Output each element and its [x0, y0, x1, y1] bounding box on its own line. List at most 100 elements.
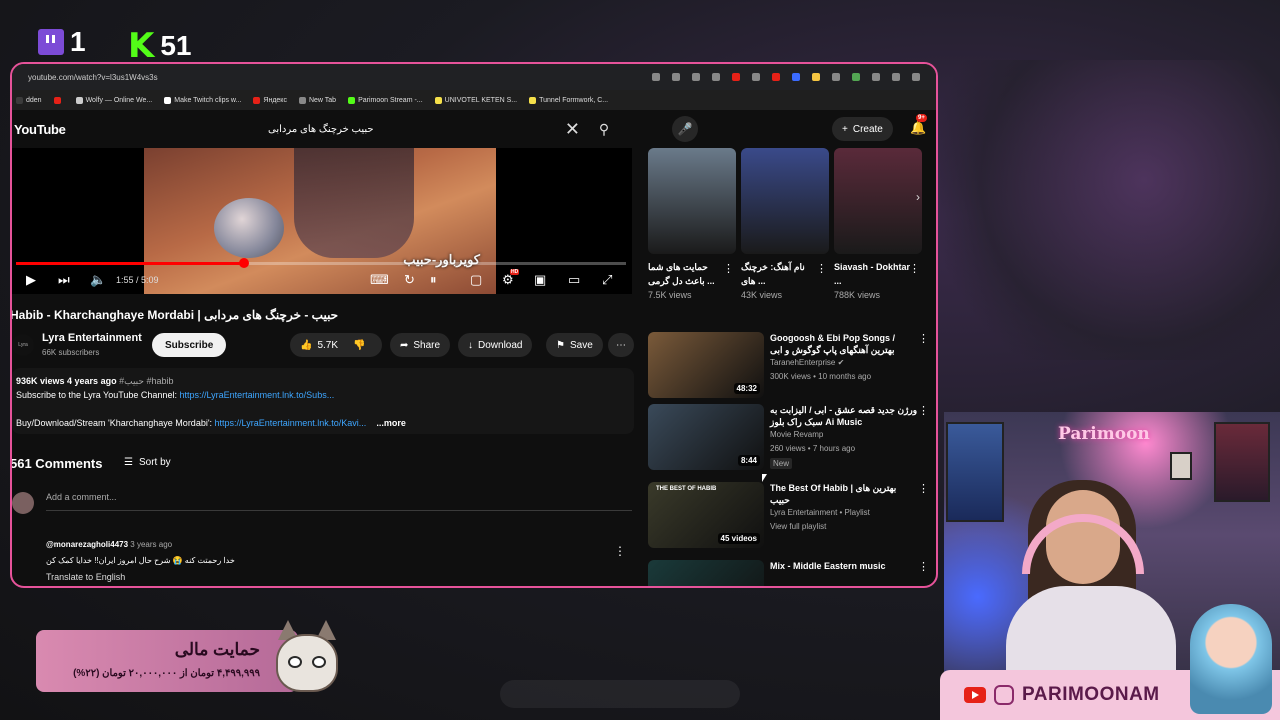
show-more-link[interactable]: ...more	[376, 418, 406, 428]
youtube-logo[interactable]: YouTube	[14, 122, 66, 137]
comment-username[interactable]: @monarezagholi4473	[46, 540, 128, 549]
add-comment-input[interactable]: Add a comment...	[46, 492, 632, 511]
download-button[interactable]: ↓ Download	[458, 333, 533, 357]
translate-icon[interactable]	[672, 73, 680, 81]
video-menu-icon[interactable]: ⋮	[918, 404, 929, 417]
autoplay-toggle[interactable]: ⏸	[430, 272, 437, 288]
bookmark-item[interactable]: Яндекс	[253, 96, 287, 104]
next-icon[interactable]: ⏭	[58, 272, 70, 288]
video-menu-icon[interactable]: ⋮	[918, 482, 929, 495]
play-icon[interactable]: ▶	[26, 272, 36, 288]
extension-icon[interactable]	[812, 73, 820, 81]
bookmark-item[interactable]: dden	[16, 96, 42, 104]
recommended-video[interactable]: 8:44 ورژن جدید قصه عشق - ابی / الیزابت به…	[648, 404, 936, 474]
subscribe-link[interactable]: https://LyraEntertainment.lnk.to/Subs...	[179, 390, 334, 400]
clear-search-icon[interactable]: ✕	[565, 119, 580, 140]
extension-icon[interactable]	[872, 73, 880, 81]
short-menu-icon[interactable]: ⋮	[816, 262, 827, 275]
recommended-video[interactable]: THE BEST OF HABIB 45 videos The Best Of Ha…	[648, 482, 936, 552]
extension-icon[interactable]	[752, 73, 760, 81]
stream-link[interactable]: https://LyraEntertainment.lnk.to/Kavi...	[215, 418, 367, 428]
fullscreen-icon[interactable]: ⤢	[602, 272, 612, 288]
video-thumbnail[interactable]: 8:44	[648, 404, 764, 470]
video-thumbnail[interactable]: 48:32	[648, 332, 764, 398]
sort-by-button[interactable]: ☰ Sort by	[124, 457, 171, 468]
subscribe-button[interactable]: Subscribe	[152, 333, 227, 357]
channel-avatar[interactable]: Lyra	[12, 334, 34, 356]
recommended-video[interactable]: Mix - Middle Eastern music Kamran & Hooma…	[648, 560, 936, 588]
miniplayer-icon[interactable]: ▣	[534, 272, 546, 288]
comment-author[interactable]: @monarezagholi4473 3 years ago	[46, 540, 172, 549]
bookmark-star-icon[interactable]	[712, 73, 720, 81]
search-icon[interactable]: ⚲	[584, 115, 624, 143]
captions-icon[interactable]: ▢	[470, 272, 482, 288]
description-box[interactable]: 936K views 4 years ago #حبیب #habib Subs…	[12, 368, 634, 434]
create-button[interactable]: + Create	[832, 117, 893, 141]
extension-icon[interactable]	[852, 73, 860, 81]
short-card[interactable]: Siavash - Dokhtar ... 788K views ⋮	[834, 148, 922, 300]
volume-icon[interactable]: 🔈	[90, 272, 106, 288]
scrubber-handle[interactable]	[238, 258, 249, 268]
video-channel[interactable]: Lyra Entertainment • Playlist	[770, 508, 870, 517]
video-title-link[interactable]: ورژن جدید قصه عشق - ابی / الیزابت به سبک…	[770, 404, 918, 428]
video-menu-icon[interactable]: ⋮	[918, 560, 929, 573]
search-input[interactable]: حبیب خرچنگ های مردابی	[268, 124, 374, 135]
share-button[interactable]: ➦ Share	[390, 333, 451, 357]
extension-icon[interactable]	[792, 73, 800, 81]
microphone-icon[interactable]: 🎤	[672, 116, 698, 142]
notifications-bell-icon[interactable]: 🔔 9+	[910, 114, 927, 136]
video-menu-icon[interactable]: ⋮	[918, 332, 929, 345]
short-thumbnail[interactable]	[741, 148, 829, 254]
video-thumbnail[interactable]	[648, 560, 764, 586]
bookmark-item[interactable]: UNIVOTEL KETEN S...	[434, 96, 517, 104]
extension-icon[interactable]	[832, 73, 840, 81]
video-player[interactable]: کویرباور-حبیب ▶ ⏭ 🔈 1:55 / 5:09 ⌨ ↻ ⏸ ▢ …	[12, 148, 632, 294]
thumbnail-text: THE BEST OF HABIB	[656, 486, 717, 492]
bookmark-item[interactable]: New Tab	[298, 96, 336, 104]
comment-menu-icon[interactable]: ⋮	[614, 544, 626, 558]
bookmark-item[interactable]	[53, 96, 64, 104]
video-channel[interactable]: Kamran & Hooman, Hoopi, Demet Akalın...	[770, 586, 922, 588]
progress-bar[interactable]	[16, 258, 626, 268]
zoom-icon[interactable]	[692, 73, 700, 81]
short-thumbnail[interactable]	[648, 148, 736, 254]
hashtags[interactable]: #حبیب #habib	[119, 376, 173, 386]
video-thumbnail[interactable]: THE BEST OF HABIB 45 videos	[648, 482, 764, 548]
more-actions-icon[interactable]: ⋯	[608, 333, 634, 357]
like-count[interactable]: 5.7K	[317, 340, 338, 351]
video-channel[interactable]: TaranehEnterprise ✔	[770, 358, 844, 367]
settings-gear-icon[interactable]: ⚙ HD	[502, 269, 520, 288]
short-menu-icon[interactable]: ⋮	[723, 262, 734, 275]
video-title-link[interactable]: Googoosh & Ebi Pop Songs / بهترین آهنگها…	[770, 332, 918, 356]
theater-mode-icon[interactable]: ▭	[568, 272, 580, 288]
bookmark-item[interactable]: Wolfy — Online We...	[75, 96, 152, 104]
short-menu-icon[interactable]: ⋮	[909, 262, 920, 275]
video-title-link[interactable]: Mix - Middle Eastern music	[770, 560, 918, 572]
video-title-link[interactable]: The Best Of Habib | بهترین های حبیب	[770, 482, 918, 506]
dislike-icon[interactable]: 👎	[353, 340, 365, 351]
short-thumbnail[interactable]	[834, 148, 922, 254]
bookmark-item[interactable]: Make Twitch clips w...	[164, 96, 241, 104]
short-card[interactable]: نام آهنگ: خرچنگ های ... 43K views ⋮	[741, 148, 829, 300]
extension-icon[interactable]	[772, 73, 780, 81]
puzzle-icon[interactable]	[892, 73, 900, 81]
like-icon[interactable]: 👍	[300, 340, 312, 351]
bookmark-item[interactable]: Tunnel Formwork, C...	[529, 96, 608, 104]
shorts-next-icon[interactable]: ›	[916, 190, 920, 204]
keyboard-icon[interactable]: ⌨	[370, 272, 389, 288]
channel-name[interactable]: Lyra Entertainment	[42, 332, 142, 344]
loop-icon[interactable]: ↻	[404, 272, 415, 288]
extension-icon[interactable]	[732, 73, 740, 81]
search-box[interactable]: حبیب خرچنگ های مردابی ✕ ⚲	[256, 115, 624, 143]
profile-icon[interactable]	[912, 73, 920, 81]
save-button[interactable]: ⚑ Save	[546, 333, 603, 357]
short-card[interactable]: حمایت های شما باعث دل گرمی ... 7.5K views…	[648, 148, 736, 300]
user-avatar	[12, 492, 34, 514]
bookmark-item[interactable]: Parimoon Stream -...	[348, 96, 423, 104]
recommended-video[interactable]: 48:32 Googoosh & Ebi Pop Songs / بهترین آ…	[648, 332, 936, 402]
url-text[interactable]: youtube.com/watch?v=l3us1W4vs3s	[28, 73, 158, 82]
cast-icon[interactable]	[652, 73, 660, 81]
video-channel[interactable]: Movie Revamp	[770, 430, 823, 439]
translate-link[interactable]: Translate to English	[46, 572, 125, 582]
address-bar[interactable]: youtube.com/watch?v=l3us1W4vs3s	[12, 64, 936, 90]
